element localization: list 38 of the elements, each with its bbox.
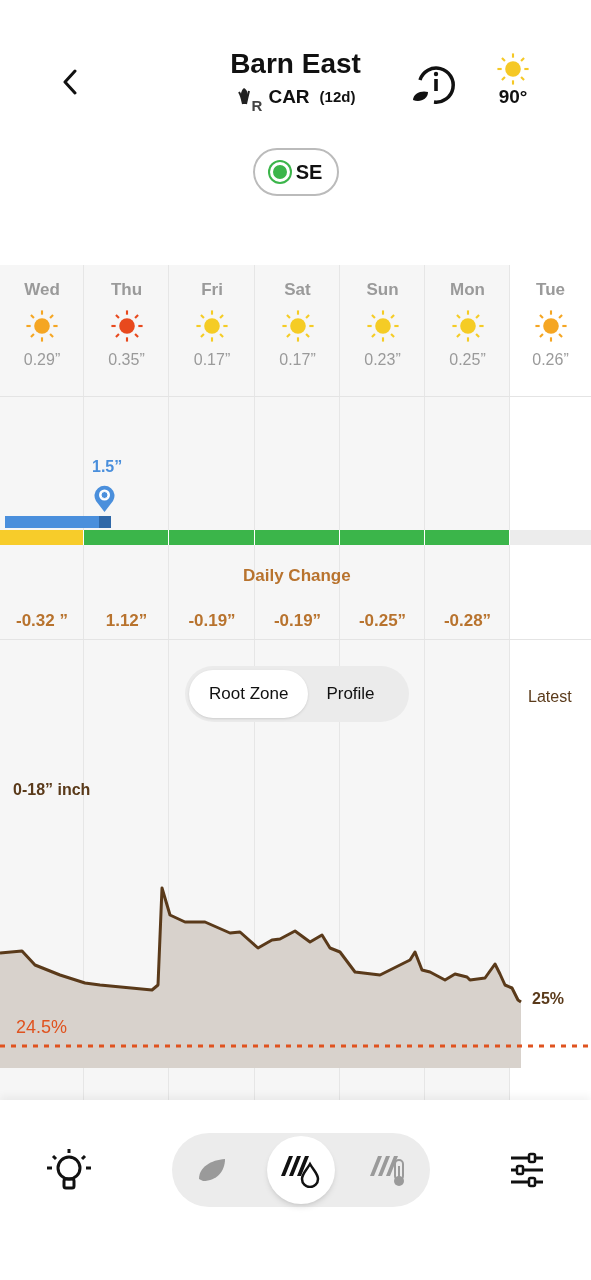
precip-amount: 0.26” xyxy=(532,350,569,370)
view-switch-button[interactable] xyxy=(266,1136,335,1204)
depth-label: 0-18” inch xyxy=(13,780,91,800)
daily-change-value: -0.32 ” xyxy=(16,610,68,632)
precip-amount: 0.35” xyxy=(108,350,145,370)
precip-amount: 0.17” xyxy=(193,350,231,370)
day-label: Thu xyxy=(110,279,143,301)
precip-amount: 0.25” xyxy=(449,350,486,370)
stage-letter: R xyxy=(251,98,263,113)
sun-icon xyxy=(496,52,530,86)
day-label: Sun xyxy=(366,279,399,301)
days-label: (12d) xyxy=(319,87,356,107)
field-title: Barn East xyxy=(230,47,361,81)
day-label: Fri xyxy=(201,279,223,301)
day-label: Tue xyxy=(536,279,565,301)
day-label: Mon xyxy=(450,279,485,301)
sensor-pill[interactable]: SE xyxy=(253,148,339,196)
day-label: Sat xyxy=(284,279,311,301)
daily-change-value: -0.25” xyxy=(358,610,407,632)
daily-change-value: -0.19” xyxy=(188,610,236,632)
current-value: 25% xyxy=(532,989,565,1009)
daily-change-value: 1.12” xyxy=(105,610,148,632)
precip-amount: 0.29” xyxy=(23,350,61,370)
precip-amount: 0.17” xyxy=(279,350,316,370)
location-pin-icon xyxy=(93,485,116,513)
temperature: 90° xyxy=(498,86,528,108)
view-tab[interactable]: Profile xyxy=(308,670,393,718)
crop-label: CAR xyxy=(268,86,310,108)
leaf-icon xyxy=(196,1157,227,1183)
irrigation-amount: 1.5” xyxy=(92,457,123,477)
day-label: Wed xyxy=(24,279,60,301)
precip-amount: 0.23” xyxy=(364,350,401,370)
view-tab[interactable]: Root Zone xyxy=(189,670,309,718)
threshold-value: 24.5% xyxy=(16,1016,68,1039)
daily-change-value: -0.28” xyxy=(443,610,492,632)
latest-label: Latest xyxy=(528,687,572,707)
daily-change-value: -0.19” xyxy=(273,610,322,632)
daily-change-title: Daily Change xyxy=(243,565,351,587)
